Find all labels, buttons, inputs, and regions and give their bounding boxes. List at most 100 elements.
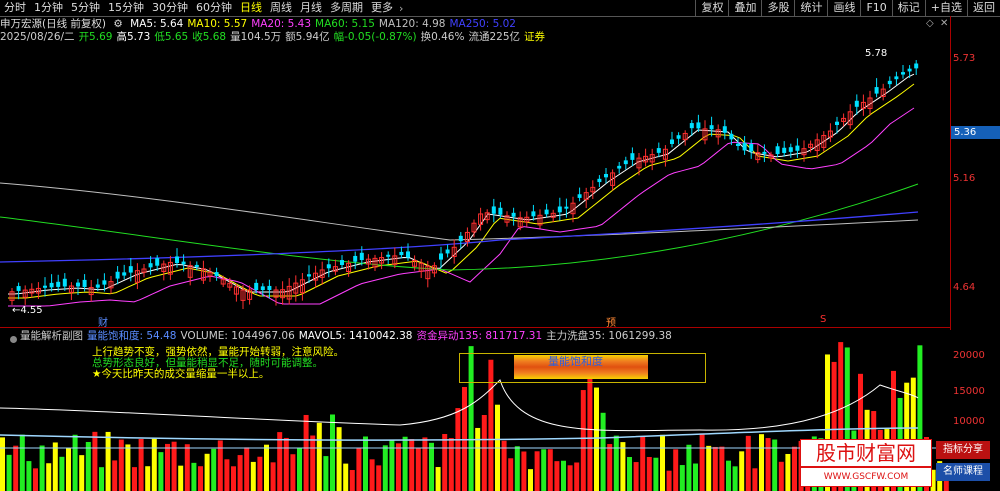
- event-marker-0[interactable]: 财: [98, 314, 108, 329]
- volume-bar: [712, 446, 718, 491]
- tool-button-8[interactable]: 返回: [967, 0, 1000, 16]
- volume-bar: [92, 431, 98, 491]
- candle-body: [788, 147, 793, 152]
- volume-bar: [198, 466, 203, 491]
- volume-bar: [633, 462, 639, 491]
- volume-bar: [39, 445, 45, 491]
- volume-bar: [303, 414, 309, 491]
- candle-body: [16, 286, 21, 291]
- volume-bar: [211, 448, 217, 491]
- candle-body: [399, 251, 404, 256]
- volume-bar: [600, 412, 606, 491]
- candle-body: [95, 284, 100, 288]
- candle-body: [676, 135, 681, 139]
- volume-bar: [336, 427, 342, 491]
- close-icon[interactable]: ◇: [926, 18, 934, 29]
- volume-bar: [13, 445, 19, 491]
- close-icon[interactable]: ✕: [940, 18, 948, 29]
- volume-bar: [297, 447, 302, 491]
- indicator-note-2: ★今天比昨天的成交量缩量一半以上。: [92, 368, 270, 380]
- volume-bar: [363, 436, 368, 491]
- candle-body: [907, 68, 912, 72]
- volume-bar: [759, 434, 764, 491]
- volume-bar: [679, 465, 685, 491]
- volume-bar: [343, 463, 349, 491]
- indicator-field-0: 量能解析副图: [20, 330, 83, 342]
- event-marker-1[interactable]: 预: [606, 314, 616, 329]
- watermark-badge-course[interactable]: 名师课程: [936, 463, 990, 481]
- candle-body: [307, 274, 311, 277]
- volume-bar: [561, 460, 566, 491]
- volume-bar: [666, 470, 672, 491]
- volume-bar: [237, 455, 243, 491]
- volume-bar: [138, 439, 144, 491]
- volume-bar: [178, 465, 184, 491]
- ma120-line: [0, 182, 919, 241]
- event-marker-2[interactable]: S: [820, 314, 826, 325]
- low-label: ←4.55: [12, 305, 43, 316]
- current-price-tag: 5.36: [951, 126, 1000, 139]
- candle-body: [795, 145, 800, 151]
- candle-body: [914, 63, 919, 69]
- volume-bar: [752, 468, 758, 491]
- high-label: 5.78: [865, 48, 888, 59]
- volume-bar: [356, 447, 362, 491]
- candle-body: [630, 153, 635, 160]
- watermark-badge-share[interactable]: 指标分享: [936, 441, 990, 459]
- volume-bar: [66, 447, 71, 491]
- ma5-line: [8, 73, 915, 295]
- indicator-menu-icon[interactable]: [10, 336, 17, 343]
- candle-body: [544, 209, 549, 215]
- volume-bar: [778, 461, 784, 491]
- price-tick-2: 4.64: [953, 282, 976, 293]
- candle-body: [557, 206, 562, 213]
- volume-bar: [409, 439, 415, 491]
- volume-bar: [574, 462, 580, 491]
- volume-bar: [6, 454, 12, 491]
- volume-tick-2: 10000: [953, 416, 985, 427]
- volume-bar: [699, 433, 705, 491]
- candle-body: [458, 235, 463, 242]
- volume-bar: [580, 390, 586, 491]
- volume-bar: [765, 438, 771, 491]
- volume-bar: [310, 435, 316, 491]
- volume-bar: [145, 466, 151, 491]
- candle-body: [76, 282, 80, 287]
- volume-bar: [653, 457, 659, 491]
- indicator-field-5: 主力洗盘35: 1061299.38: [546, 330, 672, 342]
- candle-body: [194, 264, 199, 267]
- volume-bar: [165, 443, 170, 491]
- volume-bar: [151, 438, 157, 491]
- volume-bar: [33, 468, 38, 491]
- volume-bar: [231, 466, 236, 491]
- volume-bar: [105, 431, 111, 491]
- volume-bar: [0, 437, 5, 491]
- candle-body: [604, 173, 608, 178]
- candle-body: [782, 147, 787, 153]
- volume-bar: [475, 427, 481, 491]
- volume-bar: [204, 453, 210, 491]
- volume-bar: [739, 451, 745, 491]
- candle-body: [359, 252, 364, 261]
- panel-divider: [0, 327, 950, 328]
- volume-bar: [686, 444, 692, 491]
- candle-body: [175, 256, 179, 263]
- volume-bar: [435, 467, 441, 491]
- candle-body: [148, 263, 153, 268]
- volume-bar: [415, 448, 421, 491]
- candle-body: [43, 285, 47, 288]
- volume-bar: [382, 445, 388, 491]
- candle-body: [894, 76, 899, 80]
- kline-chart[interactable]: [0, 0, 950, 491]
- volume-bar: [112, 460, 118, 491]
- candle-body: [155, 258, 160, 266]
- candle-body: [623, 160, 628, 165]
- candle-body: [577, 194, 582, 198]
- candle-body: [353, 255, 358, 262]
- volume-bar: [772, 439, 778, 491]
- volume-bar: [627, 457, 632, 491]
- volume-bar: [422, 437, 428, 491]
- volume-bar: [442, 434, 448, 491]
- candle-body: [214, 272, 219, 277]
- volume-bar: [455, 408, 461, 491]
